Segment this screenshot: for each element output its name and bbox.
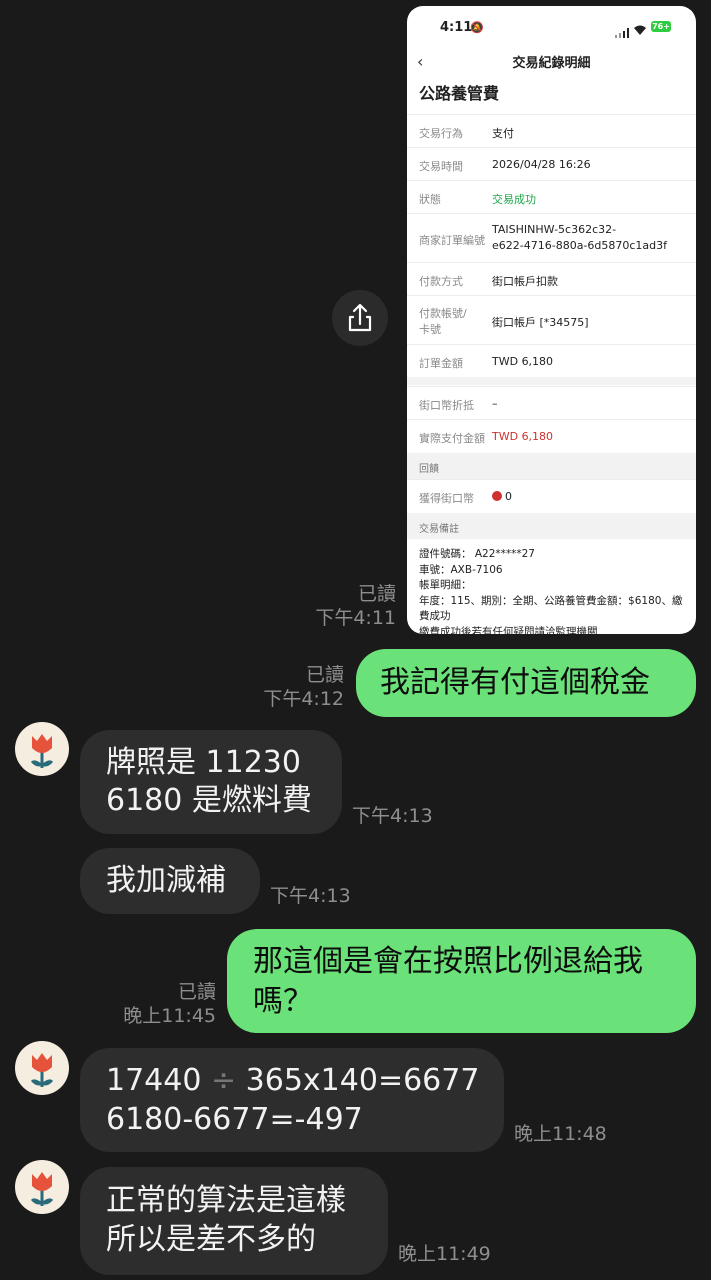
message-bubble-incoming[interactable]: 17440 ÷ 365x140=6677 6180-6677=-497 — [80, 1048, 504, 1152]
timestamp: 下午4:11 — [315, 607, 396, 629]
read-receipt: 已讀 — [305, 664, 344, 686]
note-text: 證件號碼： A22*****27 車號：AXB-7106 帳單明細： 年度：11… — [419, 547, 691, 634]
note-line: 年度：115、期別：全期、公路養管費金額：$6180、繳 — [419, 594, 683, 607]
note-line: 繳費成功後若有任何疑問請洽監理機關 — [419, 625, 598, 635]
message-text: 那這個是會在按照比例退給我 — [253, 944, 643, 979]
wifi-icon — [633, 21, 647, 40]
row-label: 卡號 — [419, 323, 441, 336]
timestamp: 下午4:13 — [352, 805, 433, 827]
message-text: 嗎？ — [253, 984, 313, 1019]
avatar[interactable] — [15, 1041, 69, 1095]
timestamp: 晚上11:45 — [123, 1005, 216, 1027]
read-receipt: 已讀 — [357, 583, 396, 605]
message-meta: 已讀 下午4:11 — [300, 582, 396, 630]
message-bubble-incoming[interactable]: 正常的算法是這樣 所以是差不多的 — [80, 1167, 388, 1275]
timestamp: 下午4:13 — [270, 885, 351, 907]
row-label: 訂單金額 — [419, 357, 463, 370]
message-text: 牌照是 11230 — [106, 745, 301, 780]
row-label: 商家訂單編號 — [419, 234, 485, 247]
avatar[interactable] — [15, 722, 69, 776]
row-value: 街口帳戶 [*34575] — [492, 316, 589, 329]
timestamp: 下午4:12 — [263, 688, 344, 710]
calc-text: 365x140=6677 — [245, 1063, 480, 1098]
section-header: 回饋 — [407, 453, 696, 479]
status-time: 4:11 — [440, 20, 473, 35]
section-divider — [407, 377, 696, 385]
detail-row: 街口幣折抵 – — [407, 386, 696, 419]
row-label: 狀態 — [419, 193, 441, 206]
message-text: 6180-6677=-497 — [106, 1102, 363, 1137]
signal-icon — [615, 23, 629, 42]
message-text: 我記得有付這個稅金 — [380, 665, 650, 700]
timestamp: 晚上11:49 — [398, 1243, 491, 1265]
row-label: 獲得街口幣 — [419, 492, 474, 505]
message-text: 所以是差不多的 — [106, 1222, 316, 1257]
row-value: TAISHINHW-5c362c32- — [492, 223, 617, 236]
row-value: 2026/04/28 16:26 — [492, 158, 591, 171]
row-value: 0 — [505, 490, 512, 503]
avatar[interactable] — [15, 1160, 69, 1214]
detail-row: 獲得街口幣 0 — [407, 479, 696, 512]
note-line: 費成功 — [419, 610, 451, 622]
share-button[interactable] — [332, 290, 388, 346]
message-text: 我加減補 — [106, 863, 226, 898]
shared-screenshot[interactable]: 4:11 🔕 76+ ‹ 交易紀錄明細 公路養管費 交易行為 支付 交易時間 2… — [407, 6, 696, 634]
row-label: 交易行為 — [419, 127, 463, 140]
note-line: 車號：AXB-7106 — [419, 563, 503, 576]
row-value: e622-4716-880a-6d5870c1ad3f — [492, 239, 668, 252]
message-text: 6180 是燃料費 — [106, 783, 312, 818]
paid-amount-value: TWD 6,180 — [492, 430, 554, 443]
calc-text: 17440 — [106, 1063, 202, 1098]
tulip-avatar-icon — [31, 734, 53, 768]
message-meta: 已讀 下午4:12 — [248, 663, 344, 711]
detail-row: 付款方式 街口帳戶扣款 — [407, 262, 696, 295]
message-bubble-incoming[interactable]: 我加減補 — [80, 848, 260, 914]
detail-row: 實際支付金額 TWD 6,180 — [407, 419, 696, 452]
row-label: 街口幣折抵 — [419, 399, 474, 412]
silent-bell-icon: 🔕 — [470, 21, 484, 34]
share-icon — [348, 303, 372, 332]
note-line: 證件號碼： A22*****27 — [419, 548, 535, 560]
header-title: 交易紀錄明細 — [512, 56, 591, 71]
status-value: 交易成功 — [492, 193, 536, 206]
divide-sign: ÷ — [210, 1063, 237, 1098]
page-title: 公路養管費 — [419, 84, 500, 103]
row-label: 交易時間 — [419, 160, 463, 173]
detail-row: 交易行為 支付 — [407, 114, 696, 147]
detail-row: 狀態 交易成功 — [407, 180, 696, 213]
tulip-avatar-icon — [31, 1172, 53, 1206]
detail-row: 訂單金額 TWD 6,180 — [407, 344, 696, 377]
message-bubble-outgoing[interactable]: 我記得有付這個稅金 — [356, 649, 696, 717]
message-bubble-outgoing[interactable]: 那這個是會在按照比例退給我 嗎？ — [227, 929, 696, 1033]
row-label: 實際支付金額 — [419, 432, 485, 445]
battery-icon: 76+ — [651, 21, 671, 32]
read-receipt: 已讀 — [177, 981, 216, 1003]
section-header: 交易備註 — [407, 513, 696, 539]
message-bubble-incoming[interactable]: 牌照是 11230 6180 是燃料費 — [80, 730, 342, 834]
tulip-avatar-icon — [31, 1053, 53, 1087]
message-text: 正常的算法是這樣 — [106, 1183, 346, 1218]
message-text: 17440 ÷ 365x140=6677 — [106, 1062, 479, 1100]
row-value: 支付 — [492, 127, 514, 140]
detail-row: 交易時間 2026/04/28 16:26 — [407, 147, 696, 180]
message-meta: 已讀 晚上11:45 — [118, 980, 216, 1028]
jko-coin-icon — [492, 491, 502, 501]
row-value: TWD 6,180 — [492, 355, 554, 368]
section-label: 回饋 — [419, 464, 439, 475]
row-label: 付款方式 — [419, 275, 463, 288]
timestamp: 晚上11:48 — [514, 1123, 607, 1145]
row-label: 付款帳號/ — [419, 307, 467, 320]
detail-row: 商家訂單編號 TAISHINHW-5c362c32- e622-4716-880… — [407, 213, 696, 262]
note-line: 帳單明細： — [419, 579, 472, 591]
section-label: 交易備註 — [419, 524, 459, 535]
detail-row: 付款帳號/ 卡號 街口帳戶 [*34575] — [407, 295, 696, 344]
row-value: 街口帳戶扣款 — [492, 275, 558, 288]
row-value: – — [492, 397, 498, 410]
